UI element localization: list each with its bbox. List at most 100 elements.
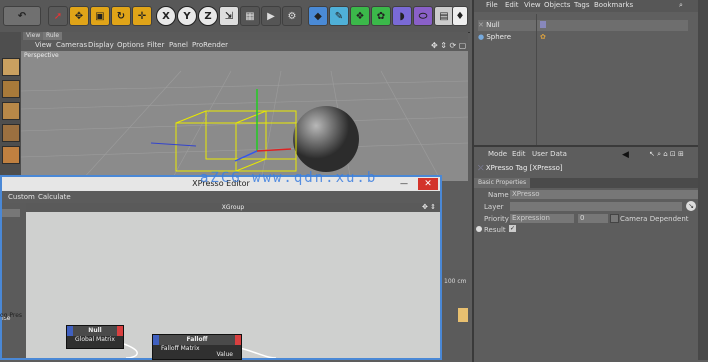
menu-filter[interactable]: Filter xyxy=(147,41,164,49)
menu-mode[interactable]: Mode xyxy=(488,150,507,158)
deformer-button[interactable]: ◗ xyxy=(392,6,412,26)
floor-button[interactable]: ▤ xyxy=(434,6,454,26)
layer-arrow-icon[interactable]: ↘ xyxy=(686,201,696,211)
object-name: Null xyxy=(486,21,500,29)
menu-view[interactable]: View xyxy=(35,41,52,49)
menu-objects[interactable]: Objects xyxy=(544,1,570,9)
cloner-icon: ✿ xyxy=(376,10,386,22)
transform-tool-button[interactable]: ✛ xyxy=(132,6,152,26)
floor-icon: ▤ xyxy=(439,10,449,22)
viewport-nav-icons[interactable]: ✥ ⇕ ⟳ ▢ xyxy=(431,41,466,50)
output-port-icon[interactable] xyxy=(117,326,123,336)
port-global-matrix[interactable]: Global Matrix xyxy=(67,336,123,343)
render-settings-button[interactable]: ⚙ xyxy=(282,6,302,26)
z-axis-button[interactable]: Z xyxy=(198,6,218,26)
camera-dependent-checkbox[interactable] xyxy=(610,214,619,223)
z-axis-icon: Z xyxy=(204,10,212,22)
clapper-icon: ▦ xyxy=(245,10,255,22)
null-node[interactable]: Null Global Matrix xyxy=(66,325,124,349)
render-view-button[interactable]: ▦ xyxy=(240,6,260,26)
coordinate-system-button[interactable]: ⇲ xyxy=(219,6,239,26)
cube-icon: ◆ xyxy=(314,10,322,22)
priority-number[interactable]: 0 xyxy=(578,214,608,223)
scale-tool-button[interactable]: ▣ xyxy=(90,6,110,26)
scale-icon: ▣ xyxy=(95,10,105,22)
light-button[interactable]: ♦ xyxy=(452,6,468,26)
menu-edit[interactable]: Edit xyxy=(512,150,526,158)
edges-mode-button[interactable] xyxy=(2,146,20,164)
floor-grid xyxy=(21,70,468,181)
tag-title: ⤫ XPresso Tag [XPresso] xyxy=(478,164,563,173)
x-axis-button[interactable]: X xyxy=(156,6,176,26)
xgroup-canvas[interactable]: XGroup ✥ ⇕ Null Global Matrix Falloff Fa… xyxy=(26,203,440,360)
cube-button[interactable]: ◆ xyxy=(308,6,328,26)
xgroup-nav-icons[interactable]: ✥ ⇕ xyxy=(422,203,436,211)
viewport-3d[interactable]: Perspective xyxy=(21,51,468,181)
subdivision-button[interactable]: ❖ xyxy=(350,6,370,26)
sphere-object xyxy=(293,106,359,172)
transform-icon: ✛ xyxy=(137,10,147,22)
priority-select[interactable]: Expression xyxy=(510,214,574,223)
menu-bookmarks[interactable]: Bookmarks xyxy=(594,1,633,9)
layer-field[interactable] xyxy=(510,202,682,211)
minimize-button[interactable]: — xyxy=(400,179,408,188)
result-checkbox[interactable]: ✓ xyxy=(509,225,516,232)
menu-tags[interactable]: Tags xyxy=(574,1,590,9)
xpresso-tag-icon[interactable] xyxy=(540,21,546,28)
pen-button[interactable]: ✎ xyxy=(329,6,349,26)
port-value[interactable]: Value xyxy=(217,351,233,358)
menu-cameras[interactable]: Cameras xyxy=(56,41,87,49)
panel-scroll[interactable] xyxy=(2,209,20,217)
menu-edit[interactable]: Edit xyxy=(505,1,519,9)
material-tag-icon[interactable]: ✿ xyxy=(540,32,546,43)
node-title: Null xyxy=(67,326,123,336)
render-picture-button[interactable]: ▶ xyxy=(261,6,281,26)
tab-view[interactable]: View xyxy=(23,32,44,40)
object-name: Sphere xyxy=(486,33,512,41)
input-port-icon[interactable] xyxy=(153,335,159,345)
points-mode-button[interactable] xyxy=(2,124,20,142)
xpresso-menu: Custom Calculate xyxy=(2,191,440,203)
model-mode-button[interactable] xyxy=(2,58,20,76)
menu-user-data[interactable]: User Data xyxy=(532,150,567,158)
name-input[interactable]: XPresso xyxy=(510,190,698,199)
am-menu: Mode Edit User Data ◀ ↖ ⌕ ⌂ ⊡ ⊞ xyxy=(474,149,700,161)
object-row-sphere[interactable]: ● Sphere ✿ xyxy=(478,32,688,43)
menu-calculate[interactable]: Calculate xyxy=(38,193,71,201)
live-selection-button[interactable]: ➚ xyxy=(48,6,68,26)
field-button[interactable]: ⬭ xyxy=(413,6,433,26)
undo-button[interactable]: ↶ xyxy=(3,6,41,26)
slider-handle[interactable] xyxy=(458,308,468,322)
back-arrow-icon[interactable]: ◀ xyxy=(622,150,629,160)
menu-panel[interactable]: Panel xyxy=(169,41,188,49)
object-row-null[interactable]: ✕ Null ⁞ xyxy=(478,20,688,31)
tab-rule[interactable]: Rule xyxy=(43,32,63,40)
xpresso-editor-window: XPresso Editor — ✕ Custom Calculate ise … xyxy=(0,175,442,360)
workplane-mode-button[interactable] xyxy=(2,102,20,120)
attribute-manager: Mode Edit User Data ◀ ↖ ⌕ ⌂ ⊡ ⊞ ⤫ XPress… xyxy=(472,145,700,362)
rotate-tool-button[interactable]: ↻ xyxy=(111,6,131,26)
falloff-node[interactable]: Falloff Falloff Matrix Value xyxy=(152,334,242,360)
menu-custom[interactable]: Custom xyxy=(8,193,35,201)
cloner-button[interactable]: ✿ xyxy=(371,6,391,26)
tab-basic-properties[interactable]: Basic Properties xyxy=(474,178,531,188)
input-port-icon[interactable] xyxy=(67,326,73,336)
menu-prorender[interactable]: ProRender xyxy=(192,41,228,49)
output-port-icon[interactable] xyxy=(235,335,241,345)
move-tool-button[interactable]: ✥ xyxy=(69,6,89,26)
result-radio[interactable] xyxy=(476,226,482,232)
close-button[interactable]: ✕ xyxy=(418,178,438,190)
menu-view[interactable]: View xyxy=(524,1,541,9)
left-toolbar xyxy=(0,32,21,182)
am-nav-icons[interactable]: ↖ ⌕ ⌂ ⊡ ⊞ xyxy=(649,150,684,159)
field-icon: ⬭ xyxy=(418,10,428,22)
y-axis-button[interactable]: Y xyxy=(177,6,197,26)
subdivision-icon: ❖ xyxy=(355,10,365,22)
tag-title-text: XPresso Tag [XPresso] xyxy=(485,164,563,172)
menu-options[interactable]: Options xyxy=(117,41,144,49)
left-edge-text: og Pres xyxy=(0,312,23,319)
om-nav-icons[interactable]: ⌕ xyxy=(679,1,683,10)
texture-mode-button[interactable] xyxy=(2,80,20,98)
menu-display[interactable]: Display xyxy=(88,41,114,49)
menu-file[interactable]: File xyxy=(486,1,498,9)
